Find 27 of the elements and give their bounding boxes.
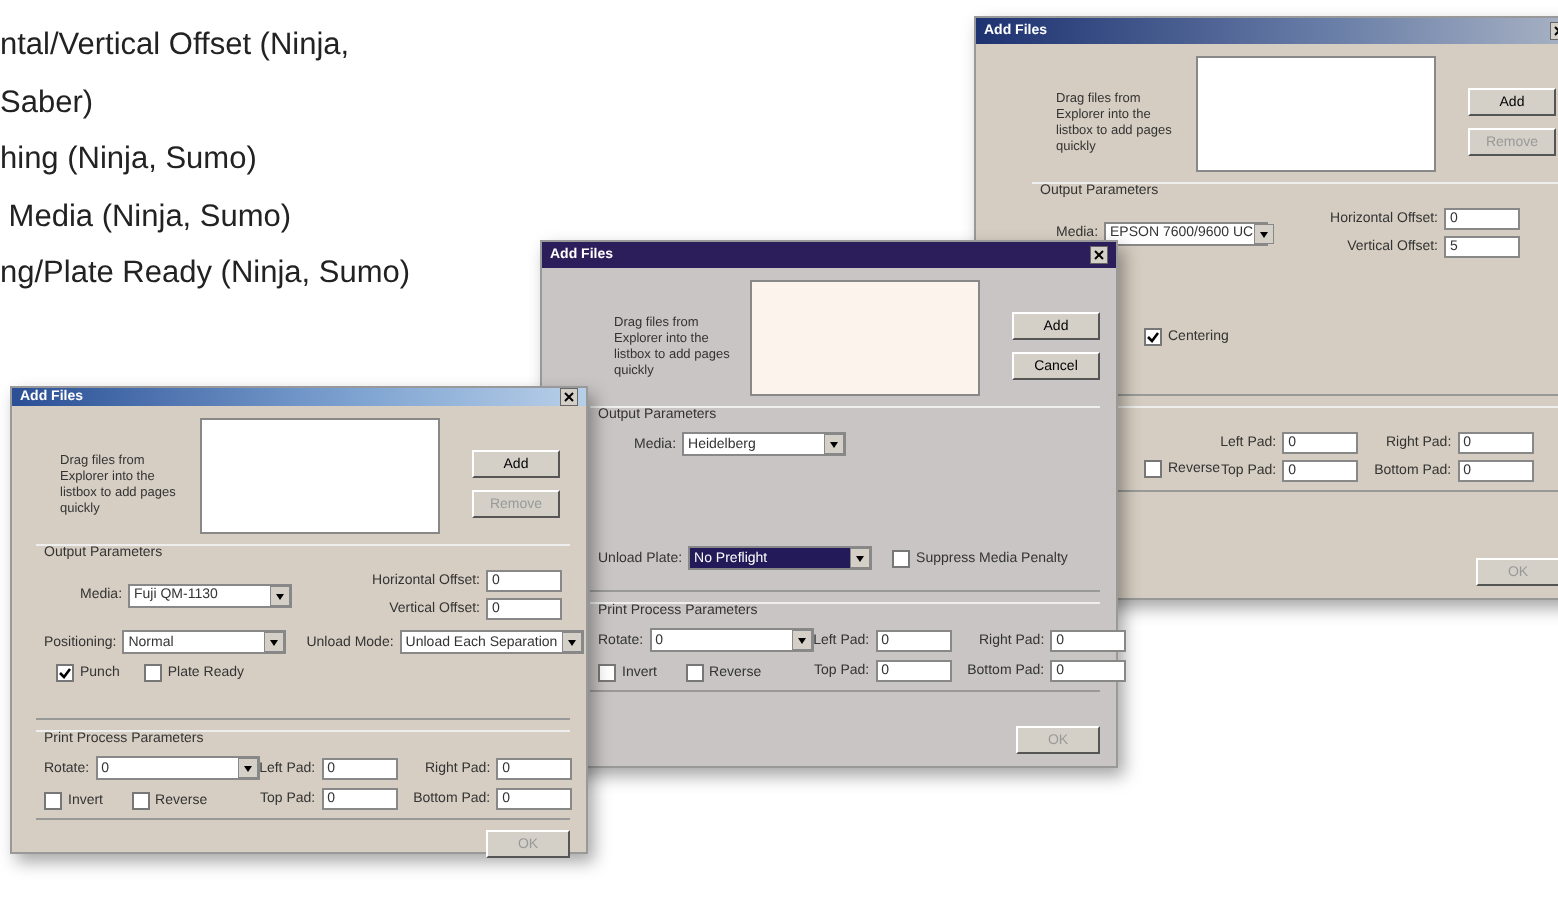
dropdown-arrow-icon[interactable] xyxy=(270,585,291,605)
dropdown-arrow-icon[interactable] xyxy=(824,434,845,454)
close-icon[interactable] xyxy=(1090,246,1108,264)
feature-text: Saber) xyxy=(0,85,94,122)
feature-text: ng/Plate Ready (Ninja, Sumo) xyxy=(0,256,411,293)
checkbox[interactable] xyxy=(56,664,74,682)
file-listbox[interactable] xyxy=(200,418,440,534)
feature-text: ntal/Vertical Offset (Ninja, xyxy=(0,28,350,65)
checkbox[interactable] xyxy=(131,792,150,810)
dropdown-arrow-icon[interactable] xyxy=(264,632,285,652)
dropdown-arrow-icon[interactable] xyxy=(237,758,258,778)
file-listbox[interactable] xyxy=(1196,56,1436,172)
checkbox[interactable] xyxy=(685,664,704,682)
dropdown-arrow-icon[interactable] xyxy=(561,632,582,652)
checkbox[interactable] xyxy=(44,792,62,810)
checkbox[interactable] xyxy=(892,549,911,567)
feature-text: Media (Ninja, Sumo) xyxy=(6,199,292,236)
checkbox[interactable] xyxy=(598,664,616,682)
dropdown-arrow-icon[interactable] xyxy=(1253,223,1274,243)
checkbox[interactable] xyxy=(1144,460,1162,478)
dropdown-arrow-icon[interactable] xyxy=(850,548,871,568)
feature-text: hing (Ninja, Sumo) xyxy=(0,142,257,179)
close-icon[interactable] xyxy=(560,388,578,406)
checkbox[interactable] xyxy=(1144,328,1162,346)
checkbox[interactable] xyxy=(143,664,162,682)
dropdown-arrow-icon[interactable] xyxy=(791,630,812,650)
file-listbox[interactable] xyxy=(749,280,980,396)
